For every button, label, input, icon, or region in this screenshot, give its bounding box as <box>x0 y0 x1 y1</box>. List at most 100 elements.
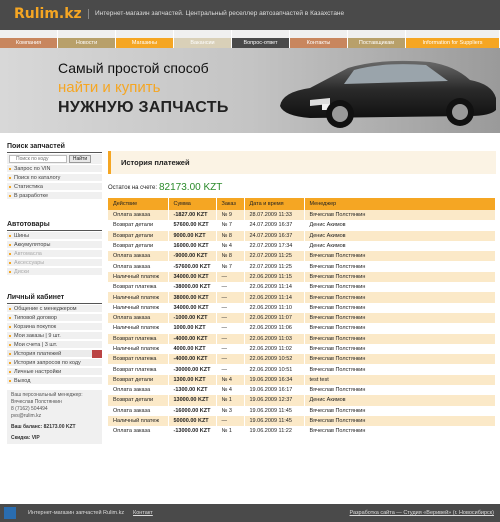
manager-cell: Вячеслав Полстянкин <box>304 343 496 355</box>
sidebar-item[interactable]: История платежей <box>7 350 102 358</box>
action-cell: Оплата заказа <box>108 426 169 437</box>
manager-cell: Вячеслав Полстянкин <box>304 261 496 272</box>
sidebar-item[interactable]: Корзина покупок <box>7 323 102 331</box>
manager-email[interactable]: pvs@rulim.kz <box>11 413 98 420</box>
amount-cell: 34000.00 KZT <box>168 271 217 283</box>
sidebar-item[interactable]: Поиск по каталогу <box>7 174 102 182</box>
site-logo[interactable]: Rulim.kz <box>14 6 82 22</box>
date-cell: 22.06.2009 11:10 <box>244 302 305 313</box>
date-cell: 22.06.2009 11:06 <box>244 323 305 334</box>
order-cell: — <box>216 343 245 355</box>
sidebar-item[interactable]: Аккумуляторы <box>7 241 102 249</box>
manager-cell: Вячеслав Полстянкин <box>304 385 496 396</box>
action-cell: Оплата заказа <box>108 312 169 324</box>
date-cell: 24.07.2009 16:37 <box>244 220 305 231</box>
action-cell: Возврат детали <box>108 395 169 406</box>
date-cell: 22.06.2009 11:14 <box>244 282 305 293</box>
order-cell: — <box>216 333 245 344</box>
footer-credit-link[interactable]: Разработка сайта — Студия «Веривей» (г. … <box>350 510 494 516</box>
date-cell: 22.06.2009 11:03 <box>244 333 305 344</box>
sidebar-item[interactable]: Шины <box>7 232 102 240</box>
part-code-search-input[interactable] <box>9 155 67 163</box>
amount-cell: -4000.00 KZT <box>168 333 217 344</box>
manager-cell: Вячеслав Полстянкин <box>304 354 496 365</box>
order-cell: № 3 <box>216 405 245 416</box>
sidebar-item[interactable]: История запросов по коду <box>7 359 102 367</box>
sidebar-item[interactable]: Выход <box>7 377 102 385</box>
cabinet-section-title: Личный кабинет <box>7 294 65 301</box>
sidebar-item[interactable]: Аксессуары <box>7 259 102 267</box>
footer-contact-link[interactable]: Контакт <box>133 510 153 516</box>
date-cell: 22.06.2009 11:14 <box>244 292 305 303</box>
sidebar-item[interactable]: Общение с менеджером <box>7 305 102 313</box>
studio-logo-icon <box>4 507 16 519</box>
sidebar-item[interactable]: Автомасла <box>7 250 102 258</box>
date-cell: 22.06.2009 10:52 <box>244 354 305 365</box>
order-cell: — <box>216 364 245 375</box>
table-row: Возврат детали 16000.00 KZT № 4 22.07.2009 … <box>108 240 496 252</box>
table-row: Оплата заказа -9000.00 KZT № 8 22.07.2009 1… <box>108 251 496 262</box>
table-row: Возврат детали 9000.00 KZT № 8 24.07.2009 1… <box>108 230 496 241</box>
nav-tab[interactable]: Information for Suppliers <box>406 38 499 48</box>
sidebar-item[interactable]: Статистика <box>7 183 102 191</box>
column-header: Действие <box>108 198 169 210</box>
account-discount: Скидка: VIP <box>11 435 40 441</box>
amount-cell: -13000.00 KZT <box>168 426 217 437</box>
amount-cell: 1300.00 KZT <box>168 374 217 386</box>
sidebar-item[interactable]: Запрос по VIN <box>7 165 102 173</box>
nav-tab[interactable]: Новости <box>58 38 115 48</box>
date-cell: 22.07.2009 17:34 <box>244 240 305 252</box>
nav-tab[interactable]: Вакансии <box>174 38 231 48</box>
manager-cell: Вячеслав Полстянкин <box>304 251 496 262</box>
auto-section-title: Автотовары <box>7 221 50 228</box>
nav-tab[interactable]: Вопрос-ответ <box>232 38 289 48</box>
nav-tab-strip <box>58 30 115 38</box>
nav-tab[interactable]: Контакты <box>290 38 347 48</box>
order-cell: № 7 <box>216 261 245 272</box>
banner-line3: НУЖНУЮ ЗАПЧАСТЬ <box>58 99 229 116</box>
action-cell: Оплата заказа <box>108 251 169 262</box>
promo-banner: Самый простой способ найти и купить НУЖН… <box>0 48 500 133</box>
amount-cell: 16000.00 KZT <box>168 240 217 252</box>
search-button[interactable]: Найти <box>69 155 91 163</box>
payments-table: Действие Сумма Заказ Дата и время Менедж… <box>108 198 496 437</box>
action-cell: Оплата заказа <box>108 261 169 272</box>
action-cell: Оплата заказа <box>108 385 169 396</box>
nav-tab-strip <box>0 30 57 38</box>
table-row: Оплата заказа -1000.00 KZT —22.06.2009 11:… <box>108 312 496 324</box>
sidebar-item[interactable]: В разработке <box>7 192 102 200</box>
nav-tab[interactable]: Магазины <box>116 38 173 48</box>
nav-tab-strip <box>232 30 289 38</box>
date-cell: 24.07.2009 16:37 <box>244 230 305 241</box>
order-cell: — <box>216 312 245 324</box>
manager-cell: Денис Акимов <box>304 395 496 406</box>
order-cell: № 1 <box>216 426 245 437</box>
sidebar-item[interactable]: Типовой договор <box>7 314 102 322</box>
sidebar-item[interactable]: Диски <box>7 268 102 276</box>
sidebar-item[interactable]: Мои заказы | 9 шт. <box>7 332 102 340</box>
manager-cell: Вячеслав Полстянкин <box>304 426 496 437</box>
manager-name: Вячеслав Полстянкин <box>11 399 62 405</box>
sidebar-item[interactable]: Личные настройки <box>7 368 102 376</box>
nav-tab[interactable]: Поставщикам <box>348 38 405 48</box>
nav-tab-strip <box>116 30 173 38</box>
manager-cell: Вячеслав Полстянкин <box>304 415 496 427</box>
manager-label: Ваш персональный менеджер: <box>11 392 83 398</box>
amount-cell: 4000.00 KZT <box>168 343 217 355</box>
action-cell: Наличный платеж <box>108 415 169 427</box>
order-cell: — <box>216 323 245 334</box>
table-row: Возврат детали 57600.00 KZT № 7 24.07.2009 … <box>108 220 496 231</box>
order-cell: — <box>216 292 245 303</box>
order-cell: № 9 <box>216 210 245 221</box>
action-cell: Наличный платеж <box>108 302 169 313</box>
table-row: Возврат платежа -38000.00 KZT —22.06.2009 … <box>108 282 496 293</box>
sidebar-item[interactable]: Мои счета | 3 шт. <box>7 341 102 349</box>
table-row: Оплата заказа -57600.00 KZT № 7 22.07.2009 … <box>108 261 496 272</box>
table-row: Оплата заказа -16000.00 KZT № 3 19.06.2009 … <box>108 405 496 416</box>
action-cell: Возврат детали <box>108 240 169 252</box>
table-row: Возврат детали 1300.00 KZT № 4 19.06.2009 1… <box>108 374 496 386</box>
nav-tab[interactable]: Компания <box>0 38 57 48</box>
amount-cell: 13000.00 KZT <box>168 395 217 406</box>
manager-cell: Вячеслав Полстянкин <box>304 323 496 334</box>
manager-cell: Вячеслав Полстянкин <box>304 271 496 283</box>
